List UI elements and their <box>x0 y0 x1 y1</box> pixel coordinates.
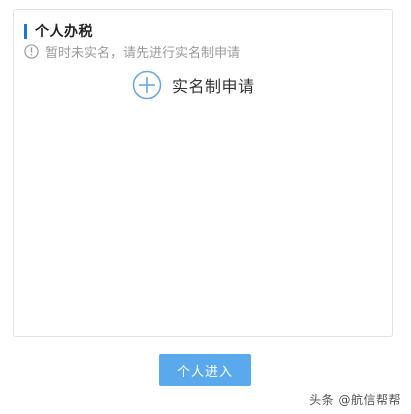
section-accent-bar <box>24 23 27 39</box>
apply-label: 实名制申请 <box>172 77 255 96</box>
warning-circle-icon <box>24 43 39 59</box>
notice: 暂时未实名，请先进行实名制申请 <box>24 42 241 61</box>
section-header: 个人办税 <box>24 22 93 40</box>
plus-circle-icon <box>132 70 162 100</box>
notice-text: 暂时未实名，请先进行实名制申请 <box>45 45 241 61</box>
section-title: 个人办税 <box>35 24 93 40</box>
personal-enter-button[interactable]: 个人进入 <box>159 354 251 386</box>
page: 个人办税 暂时未实名，请先进行实名制申请 实名制申请 个人进入 头条 @航信帮帮 <box>0 0 411 414</box>
real-name-apply-link[interactable]: 实名制申请 <box>132 70 255 100</box>
watermark: 头条 @航信帮帮 <box>309 393 401 407</box>
